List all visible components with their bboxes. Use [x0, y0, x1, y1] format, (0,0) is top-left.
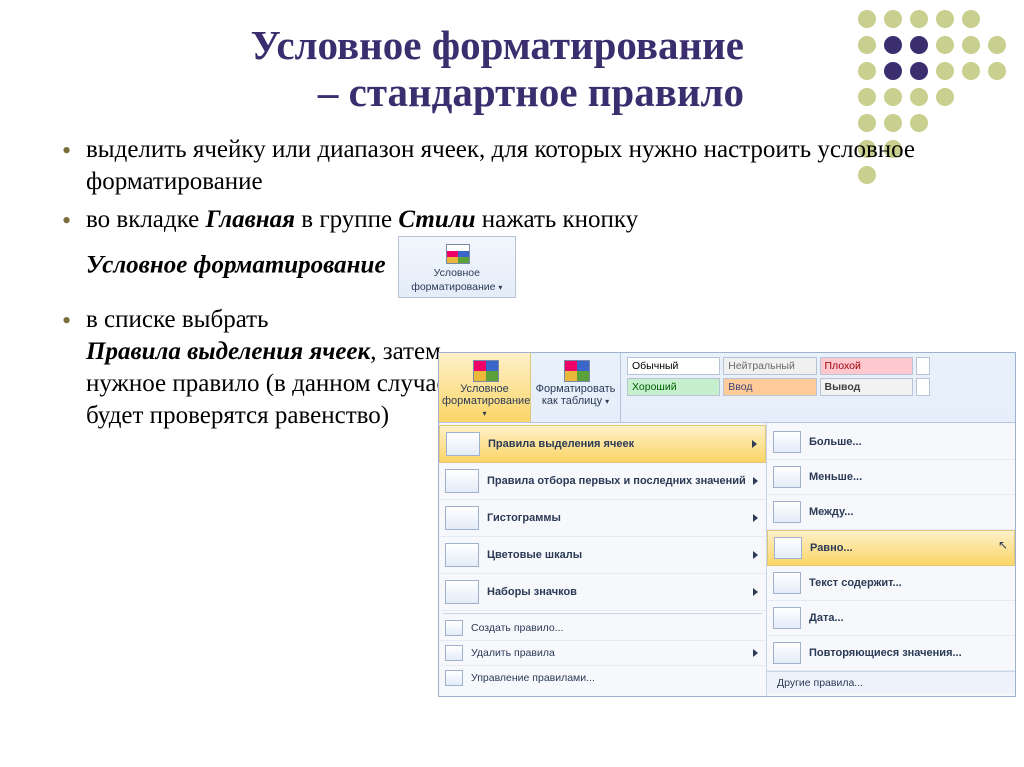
title-line2: – стандартное правило — [318, 69, 744, 115]
title-line1: Условное форматирование — [251, 22, 744, 68]
menu-icon-sets[interactable]: Наборы значков — [439, 574, 766, 611]
submenu-date[interactable]: Дата... — [767, 601, 1015, 636]
cf-main-menu: Правила выделения ячеек Правила отбора п… — [439, 423, 767, 696]
chevron-right-icon — [753, 588, 758, 596]
style-bad[interactable]: Плохой — [820, 357, 913, 375]
submenu-more-rules[interactable]: Другие правила... — [767, 671, 1015, 694]
menu-data-bars[interactable]: Гистограммы — [439, 500, 766, 537]
between-icon — [773, 501, 801, 523]
rules-icon — [446, 432, 480, 456]
chevron-right-icon — [753, 551, 758, 559]
style-more[interactable] — [916, 378, 930, 396]
menu-manage-rules[interactable]: Управление правилами... — [439, 666, 766, 690]
date-icon — [773, 607, 801, 629]
submenu-greater-than[interactable]: Больше... — [767, 425, 1015, 460]
text-icon — [773, 572, 801, 594]
conditional-formatting-dropdown[interactable]: Условное форматирование ▾ — [439, 353, 531, 422]
table-icon — [561, 358, 591, 382]
colorscale-icon — [445, 543, 479, 567]
style-neutral[interactable]: Нейтральный — [723, 357, 816, 375]
cf-submenu: Больше... Меньше... Между... Равно... ↖ — [767, 423, 1015, 696]
databars-icon — [445, 506, 479, 530]
submenu-equal-to[interactable]: Равно... ↖ — [767, 530, 1015, 566]
bullet-1: выделить ячейку или диапазон ячеек, для … — [58, 134, 984, 198]
manage-icon — [445, 670, 463, 686]
style-normal[interactable]: Обычный — [627, 357, 720, 375]
chevron-right-icon — [753, 649, 758, 657]
clear-icon — [445, 645, 463, 661]
new-rule-icon — [445, 620, 463, 636]
style-input[interactable]: Ввод — [723, 378, 816, 396]
submenu-less-than[interactable]: Меньше... — [767, 460, 1015, 495]
chevron-right-icon — [752, 440, 757, 448]
menu-new-rule[interactable]: Создать правило... — [439, 616, 766, 641]
ribbon-top: Условное форматирование ▾ Форматировать … — [439, 353, 1015, 423]
conditional-formatting-icon — [442, 241, 472, 265]
menu-color-scales[interactable]: Цветовые шкалы — [439, 537, 766, 574]
submenu-duplicates[interactable]: Повторяющиеся значения... — [767, 636, 1015, 671]
style-good[interactable]: Хороший — [627, 378, 720, 396]
chevron-right-icon — [753, 477, 758, 485]
menu-top-bottom-rules[interactable]: Правила отбора первых и последних значен… — [439, 463, 766, 500]
less-icon — [773, 466, 801, 488]
conditional-formatting-icon — [470, 358, 500, 382]
iconset-icon — [445, 580, 479, 604]
greater-icon — [773, 431, 801, 453]
style-scroll[interactable] — [916, 357, 930, 375]
equal-icon — [774, 537, 802, 559]
chevron-right-icon — [753, 514, 758, 522]
cursor-icon: ↖ — [998, 538, 1008, 552]
slide-title: Условное форматирование – стандартное пр… — [58, 22, 984, 116]
submenu-text-contains[interactable]: Текст содержит... — [767, 566, 1015, 601]
cell-styles-gallery[interactable]: Обычный Нейтральный Плохой Хороший Ввод … — [621, 353, 1015, 422]
bullet-2: во вкладке Главная в группе Стили нажать… — [58, 204, 984, 298]
dup-icon — [773, 642, 801, 664]
ribbon-screenshot: Условное форматирование ▾ Форматировать … — [438, 352, 1016, 697]
submenu-between[interactable]: Между... — [767, 495, 1015, 530]
conditional-formatting-button[interactable]: Условное форматирование ▾ — [398, 236, 516, 298]
format-as-table-dropdown[interactable]: Форматировать как таблицу ▾ — [531, 353, 621, 422]
menu-clear-rules[interactable]: Удалить правила — [439, 641, 766, 666]
rules-icon — [445, 469, 479, 493]
menu-highlight-cells-rules[interactable]: Правила выделения ячеек — [439, 425, 766, 463]
style-output[interactable]: Вывод — [820, 378, 913, 396]
